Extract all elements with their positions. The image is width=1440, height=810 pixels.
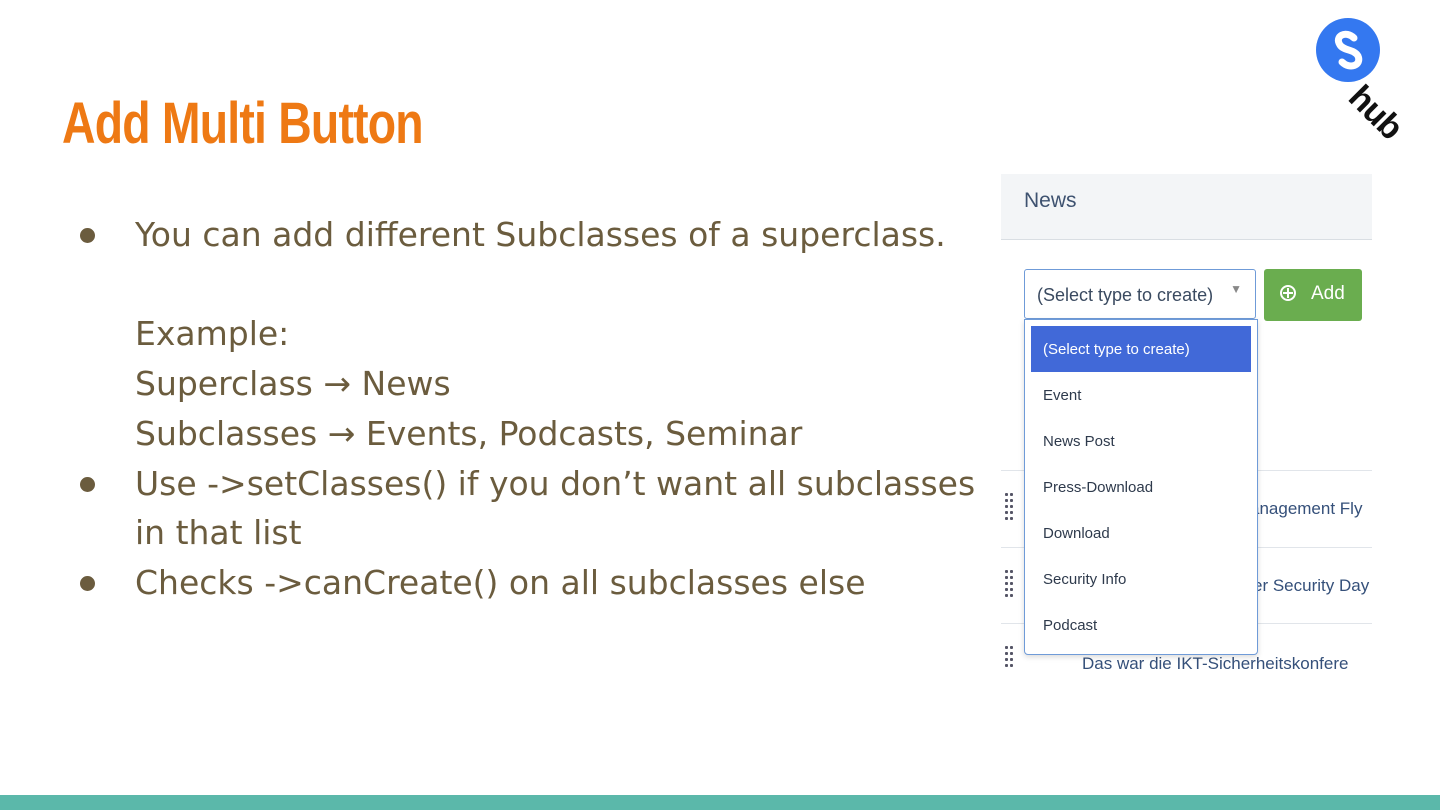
select-value: (Select type to create)	[1037, 285, 1214, 305]
row-title: anagement Fly	[1250, 499, 1363, 518]
dropdown-option-label: Download	[1043, 525, 1110, 542]
dropdown-option[interactable]: News Post	[1031, 418, 1251, 464]
bullet-item: Checks ->canCreate() on all subclasses e…	[78, 558, 978, 608]
s-circle-logo-icon	[1316, 18, 1380, 82]
logo-text: hub	[1341, 78, 1410, 147]
bullet-item: Use ->setClasses() if you don’t want all…	[78, 459, 978, 558]
bullet-spacer	[135, 260, 978, 310]
chevron-down-icon: ▼	[1230, 282, 1242, 296]
bullet-dot-icon	[80, 228, 95, 243]
news-admin-screenshot: News (Select type to create) ▼ Add anage…	[1001, 174, 1372, 670]
bullet-text: Checks ->canCreate() on all subclasses e…	[135, 562, 866, 602]
dropdown-option[interactable]: (Select type to create)	[1031, 326, 1251, 372]
dropdown-option-label: Podcast	[1043, 617, 1098, 634]
row-title: er Security Day	[1253, 576, 1370, 595]
hub-logo: hub	[1312, 14, 1436, 147]
dropdown-option[interactable]: Security Info	[1031, 556, 1251, 602]
add-button-label: Add	[1311, 283, 1345, 304]
row-title: Das war die IKT-Sicherheitskonfere	[1082, 654, 1349, 670]
panel-title: News	[1024, 189, 1077, 212]
type-dropdown-menu[interactable]: (Select type to create) Event News Post …	[1024, 319, 1258, 655]
dropdown-option[interactable]: Download	[1031, 510, 1251, 556]
drag-handle-icon[interactable]	[1005, 646, 1015, 670]
subclasses-example: Subclasses → Events, Podcasts, Seminar	[135, 413, 803, 453]
bottom-accent-bar	[0, 795, 1440, 810]
bullet-text: Use ->setClasses() if you don’t want all…	[135, 463, 976, 503]
plus-circle-icon	[1280, 285, 1296, 301]
bullet-dot-icon	[80, 476, 95, 492]
drag-handle-icon[interactable]	[1005, 493, 1015, 521]
panel-header: News	[1001, 174, 1372, 240]
dropdown-option[interactable]: Event	[1031, 372, 1251, 418]
dropdown-option-label: Security Info	[1043, 571, 1127, 588]
bullet-list: You can add different Subclasses of a su…	[78, 210, 978, 608]
dropdown-option-label: Press-Download	[1043, 479, 1154, 496]
dropdown-option-label: (Select type to create)	[1043, 341, 1190, 358]
bullet-dot-icon	[80, 575, 95, 591]
dropdown-option[interactable]: Press-Download	[1031, 464, 1251, 510]
superclass-example: Superclass → News	[135, 364, 451, 404]
bullet-item: You can add different Subclasses of a su…	[78, 210, 978, 459]
type-select[interactable]: (Select type to create) ▼	[1024, 269, 1256, 319]
bullet-text: in that list	[135, 513, 302, 553]
slide-title: Add Multi Button	[62, 91, 424, 156]
dropdown-option-label: Event	[1043, 387, 1082, 404]
add-button[interactable]: Add	[1264, 269, 1362, 321]
dropdown-option-label: News Post	[1043, 433, 1115, 450]
drag-handle-icon[interactable]	[1005, 570, 1015, 598]
bullet-text: You can add different Subclasses of a su…	[135, 215, 946, 254]
dropdown-option[interactable]: Podcast	[1031, 602, 1251, 648]
example-label: Example:	[135, 314, 290, 354]
